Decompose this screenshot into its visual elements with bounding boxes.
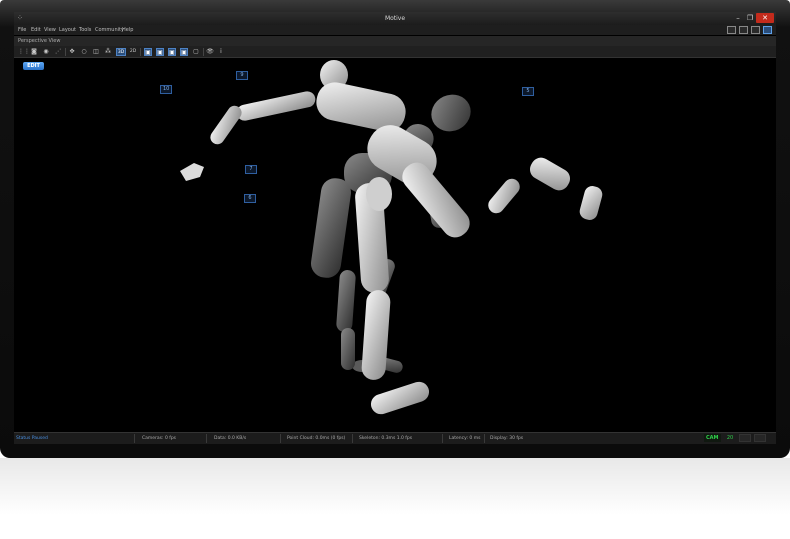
status-divider <box>280 434 281 443</box>
status-cameras: Cameras: 0 fps <box>142 436 177 441</box>
info-icon[interactable]: i <box>217 48 225 56</box>
overlay-5-icon[interactable]: ▢ <box>192 48 200 56</box>
minimize-button[interactable]: – <box>732 13 744 23</box>
translate-icon[interactable]: ✥ <box>68 48 76 56</box>
skeleton-figures <box>180 60 603 415</box>
status-data: Data: 0.0 KB/s <box>214 436 247 441</box>
view-2d-toggle[interactable]: 2D <box>128 48 138 56</box>
grid-icon[interactable]: ⋮⋮ <box>18 48 30 56</box>
monitor-reflection <box>0 458 790 539</box>
menu-community[interactable]: Community <box>95 27 124 33</box>
menu-view[interactable]: View <box>44 27 56 33</box>
menu-layout[interactable]: Layout <box>59 27 76 33</box>
viewport-toolbar: ⋮⋮ ◙ ◉ ⋰ ✥ ○ ◫ ⁂ 3D 2D ▣ ▣ ▣ ▣ ▢ 👁 i <box>14 46 776 58</box>
overlay-3-icon[interactable]: ▣ <box>168 48 176 56</box>
pane-title: Perspective View <box>14 36 776 46</box>
status-divider <box>206 434 207 443</box>
overlay-1-icon[interactable]: ▣ <box>144 48 152 56</box>
view-3d-toggle[interactable]: 3D <box>116 48 126 56</box>
menu-help[interactable]: Help <box>122 27 133 33</box>
layout-2-icon[interactable] <box>739 26 748 34</box>
status-divider <box>484 434 485 443</box>
status-divider <box>352 434 353 443</box>
camera-icon[interactable]: ◙ <box>30 48 38 56</box>
status-display: Display: 30 fps <box>490 436 524 441</box>
title-bar: ⁘ Motive – ❐ ✕ <box>14 12 776 25</box>
visibility-icon[interactable]: 👁 <box>206 48 214 56</box>
maximize-button[interactable]: ❐ <box>744 13 756 23</box>
status-divider <box>442 434 443 443</box>
snapshot-icon[interactable]: ◉ <box>42 48 50 56</box>
rotate-icon[interactable]: ○ <box>80 48 88 56</box>
status-latency: Latency: 0 ms <box>449 436 481 441</box>
status-button-2[interactable] <box>754 434 766 442</box>
layout-3-icon[interactable] <box>751 26 760 34</box>
status-button-1[interactable] <box>739 434 751 442</box>
scale-icon[interactable]: ◫ <box>92 48 100 56</box>
toolbar-divider <box>203 48 204 56</box>
status-point-cloud: Point Cloud: 0.0ms (0 fps) <box>287 436 346 441</box>
cam-indicator[interactable]: CAM <box>704 434 721 442</box>
menu-file[interactable]: File <box>18 27 26 33</box>
overlay-2-icon[interactable]: ▣ <box>156 48 164 56</box>
marker-icon[interactable]: ⁂ <box>104 48 112 56</box>
menu-edit[interactable]: Edit <box>31 27 41 33</box>
layout-4-icon[interactable] <box>763 26 772 34</box>
status-skeleton: Skeleton: 0.3ms 1.0 fps <box>359 436 413 441</box>
toolbar-divider <box>65 48 66 56</box>
window-title: Motive <box>384 15 406 22</box>
status-bar: Status Paused Cameras: 0 fps Data: 0.0 K… <box>14 432 776 444</box>
perspective-viewport[interactable]: EDIT 9 10 5 7 6 <box>14 58 776 432</box>
monitor-bezel: ⁘ Motive – ❐ ✕ File Edit View Layout Too… <box>0 0 790 458</box>
cam-count: 20 <box>726 435 734 441</box>
menu-tools[interactable]: Tools <box>79 27 91 33</box>
overlay-4-icon[interactable]: ▣ <box>180 48 188 56</box>
app-window: ⁘ Motive – ❐ ✕ File Edit View Layout Too… <box>14 12 776 444</box>
layout-1-icon[interactable] <box>727 26 736 34</box>
toolbar-divider <box>140 48 141 56</box>
close-button[interactable]: ✕ <box>756 13 774 23</box>
layout-switcher <box>727 26 772 35</box>
tracks-icon[interactable]: ⋰ <box>54 48 62 56</box>
status-text: Status Paused <box>16 436 48 441</box>
status-divider <box>134 434 135 443</box>
menu-bar: File Edit View Layout Tools Community He… <box>14 25 776 35</box>
